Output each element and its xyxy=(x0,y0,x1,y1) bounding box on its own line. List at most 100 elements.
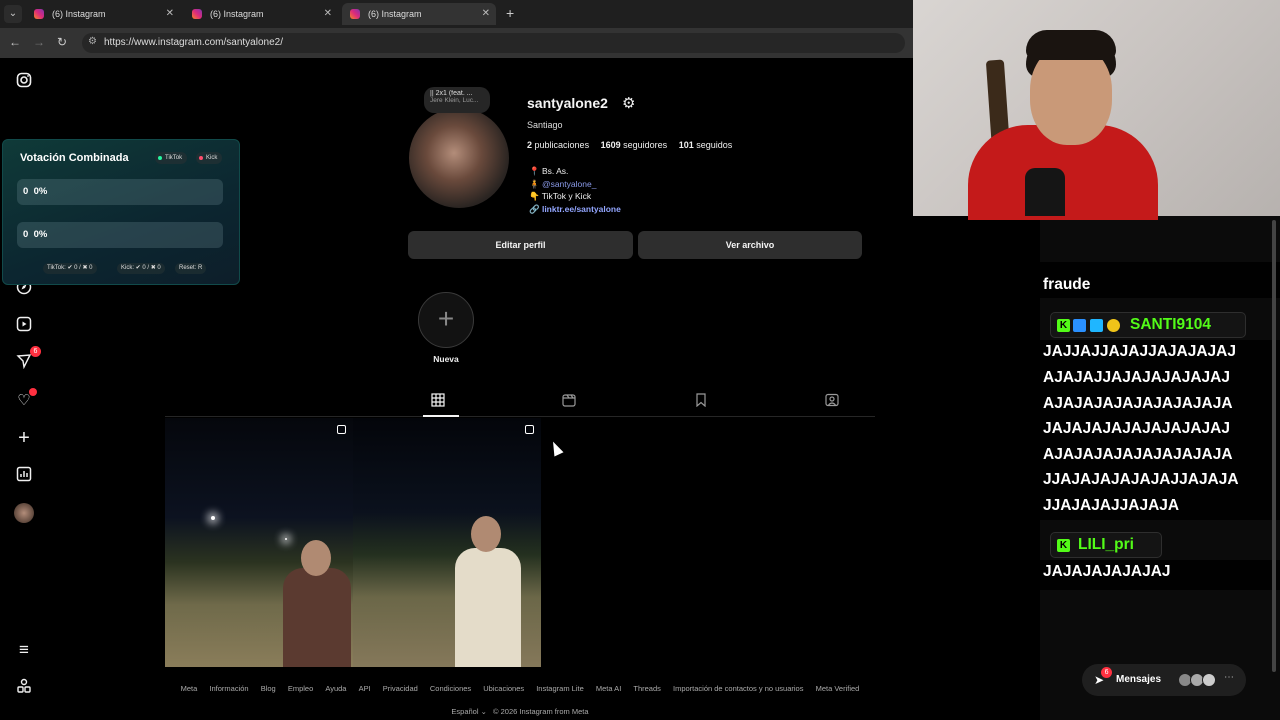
chat-line: AJAJAJAJAJAJAJAJAJA xyxy=(1043,446,1233,463)
new-tab-button[interactable]: + xyxy=(506,5,514,21)
footer-link[interactable]: Condiciones xyxy=(430,684,471,693)
vote-pct-yes: 0% xyxy=(33,186,48,197)
footer-link[interactable]: Meta Verified xyxy=(816,684,860,693)
url-field[interactable]: ⚙ https://www.instagram.com/santyalone2/ xyxy=(82,33,905,53)
more-icon: ⋯ xyxy=(1224,672,1234,683)
footer-link[interactable]: Blog xyxy=(261,684,276,693)
kick-pill: Kick xyxy=(196,152,223,164)
footer-link[interactable]: Privacidad xyxy=(383,684,418,693)
url-text[interactable]: https://www.instagram.com/santyalone2/ xyxy=(104,37,283,48)
view-archive-button[interactable]: Ver archivo xyxy=(638,231,862,259)
footer-bottom: Español ⌄ © 2026 Instagram from Meta xyxy=(0,707,1040,716)
chat-line: JAJJAJJAJAJJAJAJAJAJ xyxy=(1043,343,1236,360)
person-figure xyxy=(455,548,521,667)
dashboard-icon[interactable] xyxy=(14,466,34,486)
avatar xyxy=(1202,673,1216,687)
post-thumbnail[interactable] xyxy=(165,418,353,667)
profile-username: santyalone2 xyxy=(527,95,608,111)
chat-line: fraude xyxy=(1043,276,1091,293)
footer-link[interactable]: Threads xyxy=(633,684,661,693)
active-tab-indicator xyxy=(423,415,459,417)
tab-title: (6) Instagram xyxy=(52,9,106,19)
notification-dot xyxy=(29,388,37,396)
vote-bar-no: 0 0% xyxy=(17,222,223,248)
footer-link[interactable]: Ayuda xyxy=(325,684,346,693)
tab-title: (6) Instagram xyxy=(210,9,264,19)
tab-search-button[interactable]: ⌄ xyxy=(4,5,22,23)
followers-stat[interactable]: 1609 seguidores xyxy=(601,140,668,150)
tagged-tab-icon[interactable] xyxy=(822,393,842,409)
messages-label: Mensajes xyxy=(1116,674,1162,685)
note-line-1: || 2x1 (feat. ... xyxy=(430,90,473,97)
footer-link[interactable]: API xyxy=(359,684,371,693)
close-tab-icon[interactable]: ✕ xyxy=(324,3,332,25)
chat-username: LILI_pri xyxy=(1078,536,1134,553)
mouse-cursor xyxy=(548,439,564,457)
back-icon[interactable]: ← xyxy=(9,35,21,49)
browser-tab-bar: ⌄ (6) Instagram ✕ (6) Instagram ✕ (6) In… xyxy=(0,0,913,28)
vote-title: Votación Combinada xyxy=(20,152,129,164)
close-tab-icon[interactable]: ✕ xyxy=(482,3,490,25)
footer-link[interactable]: Ubicaciones xyxy=(483,684,524,693)
forward-icon[interactable]: → xyxy=(33,35,45,49)
post-thumbnail[interactable] xyxy=(353,418,541,667)
browser-tab-active[interactable]: (6) Instagram ✕ xyxy=(342,3,496,25)
instagram-logo-icon[interactable] xyxy=(14,72,34,92)
bio-mention-link[interactable]: @santyalone_ xyxy=(542,179,596,189)
footer-link[interactable]: Instagram Lite xyxy=(536,684,584,693)
site-info-icon[interactable]: ⚙ xyxy=(88,36,97,47)
reload-icon[interactable]: ↻ xyxy=(57,35,67,49)
footer-link[interactable]: Meta xyxy=(181,684,198,693)
new-highlight-button[interactable]: + xyxy=(418,292,474,348)
profile-stats: 2 publicaciones 1609 seguidores 101 segu… xyxy=(527,140,741,150)
chat-username-box: K LILI_pri xyxy=(1050,532,1162,558)
browser-tab[interactable]: (6) Instagram ✕ xyxy=(184,3,338,25)
profile-avatar[interactable] xyxy=(14,503,34,523)
profile-picture[interactable] xyxy=(409,108,509,208)
footer-link[interactable]: Importación de contactos y no usuarios xyxy=(673,684,804,693)
carousel-icon xyxy=(337,425,346,434)
chevron-down-icon[interactable]: ⌄ xyxy=(481,707,487,716)
bio-location: 📍 Bs. As. xyxy=(529,166,569,176)
vote-foot-tiktok: TikTok: ✔ 0 / ✖ 0 xyxy=(43,263,97,274)
profile-note[interactable]: || 2x1 (feat. ... Jere Klein, Luc... xyxy=(424,87,490,113)
language-select[interactable]: Español xyxy=(451,707,478,716)
instagram-favicon-icon xyxy=(34,9,44,19)
vote-pct-no: 0% xyxy=(33,229,48,240)
person-figure xyxy=(283,568,351,667)
saved-tab-icon[interactable] xyxy=(691,393,711,409)
settings-gear-icon[interactable]: ⚙ xyxy=(622,94,635,112)
messages-icon[interactable]: 6 xyxy=(14,346,41,373)
following-stat[interactable]: 101 seguidos xyxy=(679,140,733,150)
create-icon[interactable]: + xyxy=(14,428,34,448)
profile-bio: 📍 Bs. As. 🧍 @santyalone_ 👇 TikTok y Kick… xyxy=(529,166,621,214)
chat-username-box: K SANTI9104 xyxy=(1050,312,1246,338)
bio-platforms: 👇 TikTok y Kick xyxy=(529,191,592,201)
browser-tab[interactable]: (6) Instagram ✕ xyxy=(26,3,180,25)
reels-icon[interactable] xyxy=(14,316,34,336)
messages-pill[interactable]: ➤ 6 Mensajes ⋯ xyxy=(1082,664,1246,696)
close-tab-icon[interactable]: ✕ xyxy=(166,3,174,25)
menu-icon[interactable]: ≡ xyxy=(14,640,34,660)
footer-link[interactable]: Información xyxy=(209,684,248,693)
profile-full-name: Santiago xyxy=(527,120,563,130)
chat-username: SANTI9104 xyxy=(1130,316,1211,333)
bio-external-link[interactable]: linktr.ee/santyalone xyxy=(542,204,621,214)
reels-tab-icon[interactable] xyxy=(559,393,579,409)
notifications-icon[interactable]: ♡ xyxy=(14,388,37,411)
copyright-text: © 2026 Instagram from Meta xyxy=(493,707,589,716)
vote-foot-reset: Reset: R xyxy=(175,263,207,274)
streamer-face xyxy=(1030,45,1112,145)
edit-profile-button[interactable]: Editar perfil xyxy=(408,231,633,259)
footer-link[interactable]: Empleo xyxy=(288,684,313,693)
footer-link[interactable]: Meta AI xyxy=(596,684,621,693)
instagram-favicon-icon xyxy=(192,9,202,19)
chat-line: AJAJAJJAJAJAJAJAJAJ xyxy=(1043,369,1230,386)
posts-stat: 2 publicaciones xyxy=(527,140,590,150)
tiktok-pill: TikTok xyxy=(155,152,188,164)
profile-tabs-divider xyxy=(165,416,875,417)
posts-grid-icon[interactable] xyxy=(428,393,448,409)
microphone-image xyxy=(1025,168,1065,216)
instagram-favicon-icon xyxy=(350,9,360,19)
chat-scrollbar[interactable] xyxy=(1270,216,1278,676)
